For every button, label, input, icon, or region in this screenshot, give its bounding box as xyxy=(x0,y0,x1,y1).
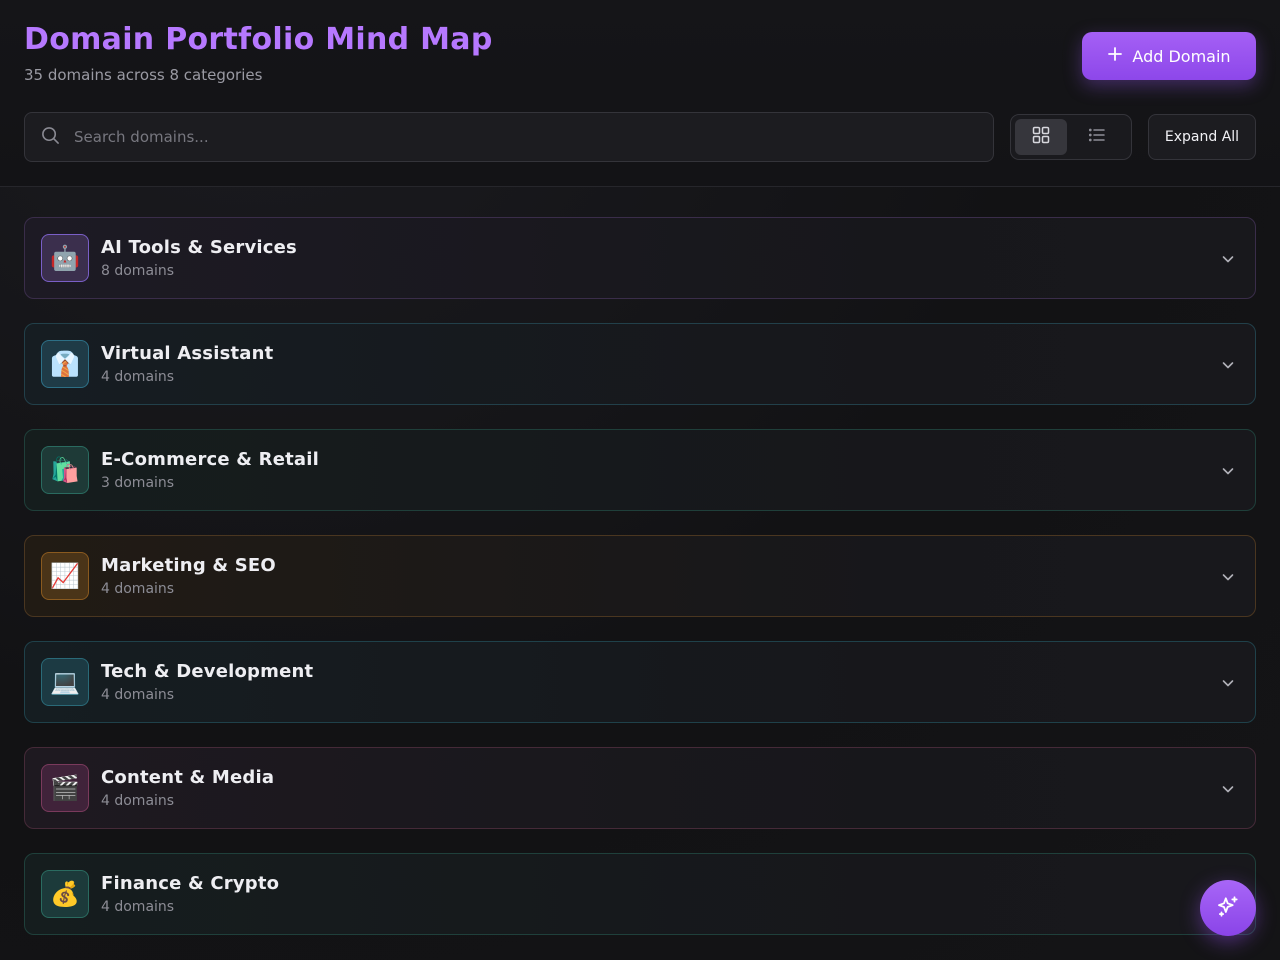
list-icon xyxy=(1088,126,1106,148)
category-count: 3 domains xyxy=(101,475,175,491)
list-view-button[interactable] xyxy=(1071,119,1123,155)
page-title: Domain Portfolio Mind Map xyxy=(24,22,493,57)
grid-view-button[interactable] xyxy=(1015,119,1067,155)
chevron-down-icon[interactable] xyxy=(1221,675,1235,694)
search-icon xyxy=(41,126,60,149)
category-card[interactable]: 📈 Marketing & SEO 4 domains xyxy=(24,535,1256,617)
laptop-icon: 💻 xyxy=(41,658,89,706)
necktie-shirt-icon: 👔 xyxy=(41,340,89,388)
category-name: Marketing & SEO xyxy=(101,555,276,576)
category-count: 4 domains xyxy=(101,581,175,597)
chevron-down-icon[interactable] xyxy=(1221,463,1235,482)
category-name: Finance & Crypto xyxy=(101,873,280,894)
category-name: Virtual Assistant xyxy=(101,343,274,364)
chevron-down-icon[interactable] xyxy=(1221,569,1235,588)
category-name: E-Commerce & Retail xyxy=(101,449,320,470)
category-name: Tech & Development xyxy=(101,661,314,682)
money-bag-icon: 💰 xyxy=(41,870,89,918)
add-domain-label: Add Domain xyxy=(1132,46,1231,66)
category-name: AI Tools & Services xyxy=(101,237,297,258)
shopping-bags-icon: 🛍️ xyxy=(41,446,89,494)
plus-icon xyxy=(1107,45,1123,67)
category-card[interactable]: 🤖 AI Tools & Services 8 domains xyxy=(24,217,1256,299)
search-bar xyxy=(24,112,994,162)
category-card[interactable]: 💰 Finance & Crypto 4 domains xyxy=(24,853,1256,935)
ai-assistant-fab-button[interactable] xyxy=(1200,880,1256,936)
chevron-down-icon[interactable] xyxy=(1221,781,1235,800)
search-input[interactable] xyxy=(74,128,954,146)
category-card[interactable]: 🎬 Content & Media 4 domains xyxy=(24,747,1256,829)
category-list: 🤖 AI Tools & Services 8 domains 👔 Virtua… xyxy=(24,217,1256,959)
category-count: 4 domains xyxy=(101,793,175,809)
page-header: Domain Portfolio Mind Map 35 domains acr… xyxy=(0,0,1280,187)
page-subtitle: 35 domains across 8 categories xyxy=(24,66,263,84)
category-card[interactable]: 👔 Virtual Assistant 4 domains xyxy=(24,323,1256,405)
sparkles-icon xyxy=(1215,894,1241,923)
category-count: 4 domains xyxy=(101,687,175,703)
chevron-down-icon[interactable] xyxy=(1221,251,1235,270)
view-toggle xyxy=(1010,114,1132,160)
chevron-down-icon[interactable] xyxy=(1221,357,1235,376)
chart-increasing-icon: 📈 xyxy=(41,552,89,600)
category-count: 8 domains xyxy=(101,263,175,279)
add-domain-button[interactable]: Add Domain xyxy=(1082,32,1256,80)
expand-all-button[interactable]: Expand All xyxy=(1148,114,1256,160)
clapper-board-icon: 🎬 xyxy=(41,764,89,812)
category-count: 4 domains xyxy=(101,369,175,385)
category-count: 4 domains xyxy=(101,899,175,915)
category-name: Content & Media xyxy=(101,767,275,788)
category-card[interactable]: 🛍️ E-Commerce & Retail 3 domains xyxy=(24,429,1256,511)
grid-icon xyxy=(1032,126,1050,148)
category-card[interactable]: 💻 Tech & Development 4 domains xyxy=(24,641,1256,723)
robot-icon: 🤖 xyxy=(41,234,89,282)
